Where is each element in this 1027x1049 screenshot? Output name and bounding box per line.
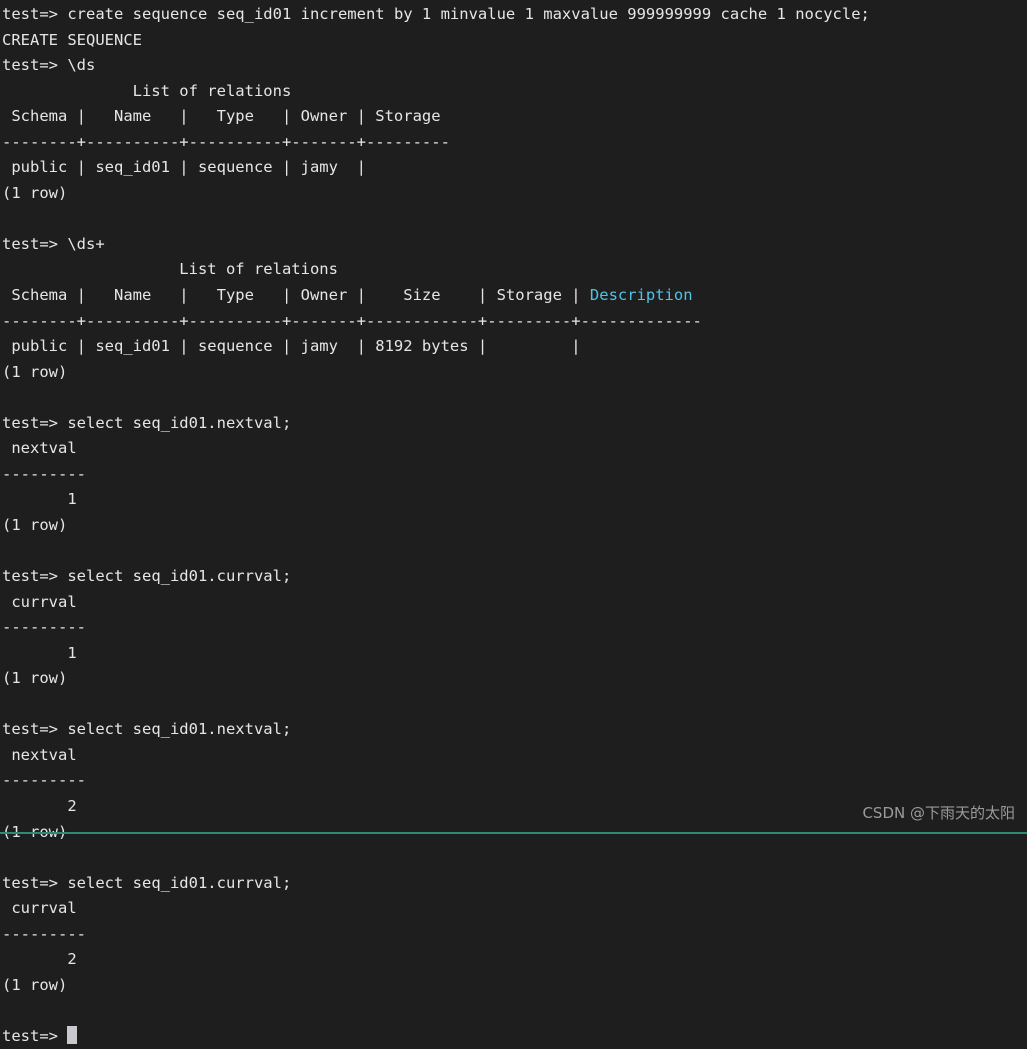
ds-table-title: List of relations [2, 81, 292, 100]
currval-2-row-count: (1 row) [2, 975, 68, 994]
command-text: \ds [67, 56, 96, 75]
prompt: test=> [2, 567, 68, 586]
command-text: select seq_id01.currval; [67, 567, 292, 586]
command-text: select seq_id01.nextval; [67, 413, 292, 432]
command-text: select seq_id01.nextval; [67, 720, 292, 739]
ds-table-row: public | seq_id01 | sequence | jamy | [2, 158, 366, 177]
ds-plus-table-separator: --------+----------+----------+-------+-… [2, 311, 702, 330]
ds-plus-table-header: Schema | Name | Type | Owner | Size | St… [1, 283, 1027, 309]
terminal-line-command-currval-2: test=> select seq_id01.currval; [1, 871, 1027, 897]
ds-table-separator: --------+----------+----------+-------+-… [2, 132, 450, 151]
prompt: test=> [2, 5, 68, 23]
prompt: test=> [2, 1026, 68, 1045]
command-text: \ds+ [67, 234, 105, 253]
nextval-1-value: 1 [2, 490, 77, 509]
currval-1-value: 1 [2, 643, 77, 662]
ds-plus-header-plain: Schema | Name | Type | Owner | Size | St… [2, 286, 590, 305]
currval-2-separator: --------- [2, 924, 86, 943]
prompt: test=> [2, 720, 68, 739]
prompt: test=> [2, 873, 68, 892]
prompt: test=> [2, 56, 68, 75]
terminal-line-command-currval-1: test=> select seq_id01.currval; [1, 564, 1027, 590]
terminal-line-result-create: CREATE SEQUENCE [2, 30, 142, 49]
terminal-line-command-create: test=> create sequence seq_id01 incremen… [1, 2, 1027, 28]
prompt: test=> [2, 413, 68, 432]
terminal-line-command-ds-plus: test=> \ds+ [1, 232, 1027, 258]
terminal-line-command-ds: test=> \ds [1, 53, 1027, 79]
currval-1-header: currval [2, 592, 86, 611]
nextval-2-header: nextval [2, 745, 86, 764]
nextval-1-row-count: (1 row) [2, 515, 68, 534]
prompt: test=> [2, 234, 68, 253]
nextval-1-header: nextval [2, 439, 86, 458]
nextval-1-separator: --------- [2, 464, 86, 483]
currval-1-row-count: (1 row) [2, 669, 68, 688]
csdn-watermark: CSDN @下雨天的太阳 [862, 804, 1015, 822]
command-text: select seq_id01.currval; [67, 873, 292, 892]
ds-plus-header-description: Description [589, 286, 693, 305]
ds-plus-row-count: (1 row) [2, 362, 68, 381]
currval-2-value: 2 [2, 950, 77, 969]
currval-2-header: currval [2, 899, 86, 918]
ds-plus-table-title: List of relations [2, 260, 338, 279]
terminal-line-command-nextval-1: test=> select seq_id01.nextval; [1, 411, 1027, 437]
terminal-window[interactable]: test=> create sequence seq_id01 incremen… [0, 0, 1027, 1045]
terminal-line-final-prompt[interactable]: test=> [1, 1024, 1027, 1049]
ds-row-count: (1 row) [2, 183, 68, 202]
block-cursor-icon [67, 1025, 77, 1044]
nextval-2-separator: --------- [2, 771, 86, 790]
ds-plus-table-row: public | seq_id01 | sequence | jamy | 81… [2, 337, 581, 356]
currval-1-separator: --------- [2, 618, 86, 637]
ds-table-header: Schema | Name | Type | Owner | Storage [2, 107, 450, 126]
command-text: create sequence seq_id01 increment by 1 … [67, 5, 870, 23]
terminal-line-command-nextval-2: test=> select seq_id01.nextval; [1, 717, 1027, 743]
